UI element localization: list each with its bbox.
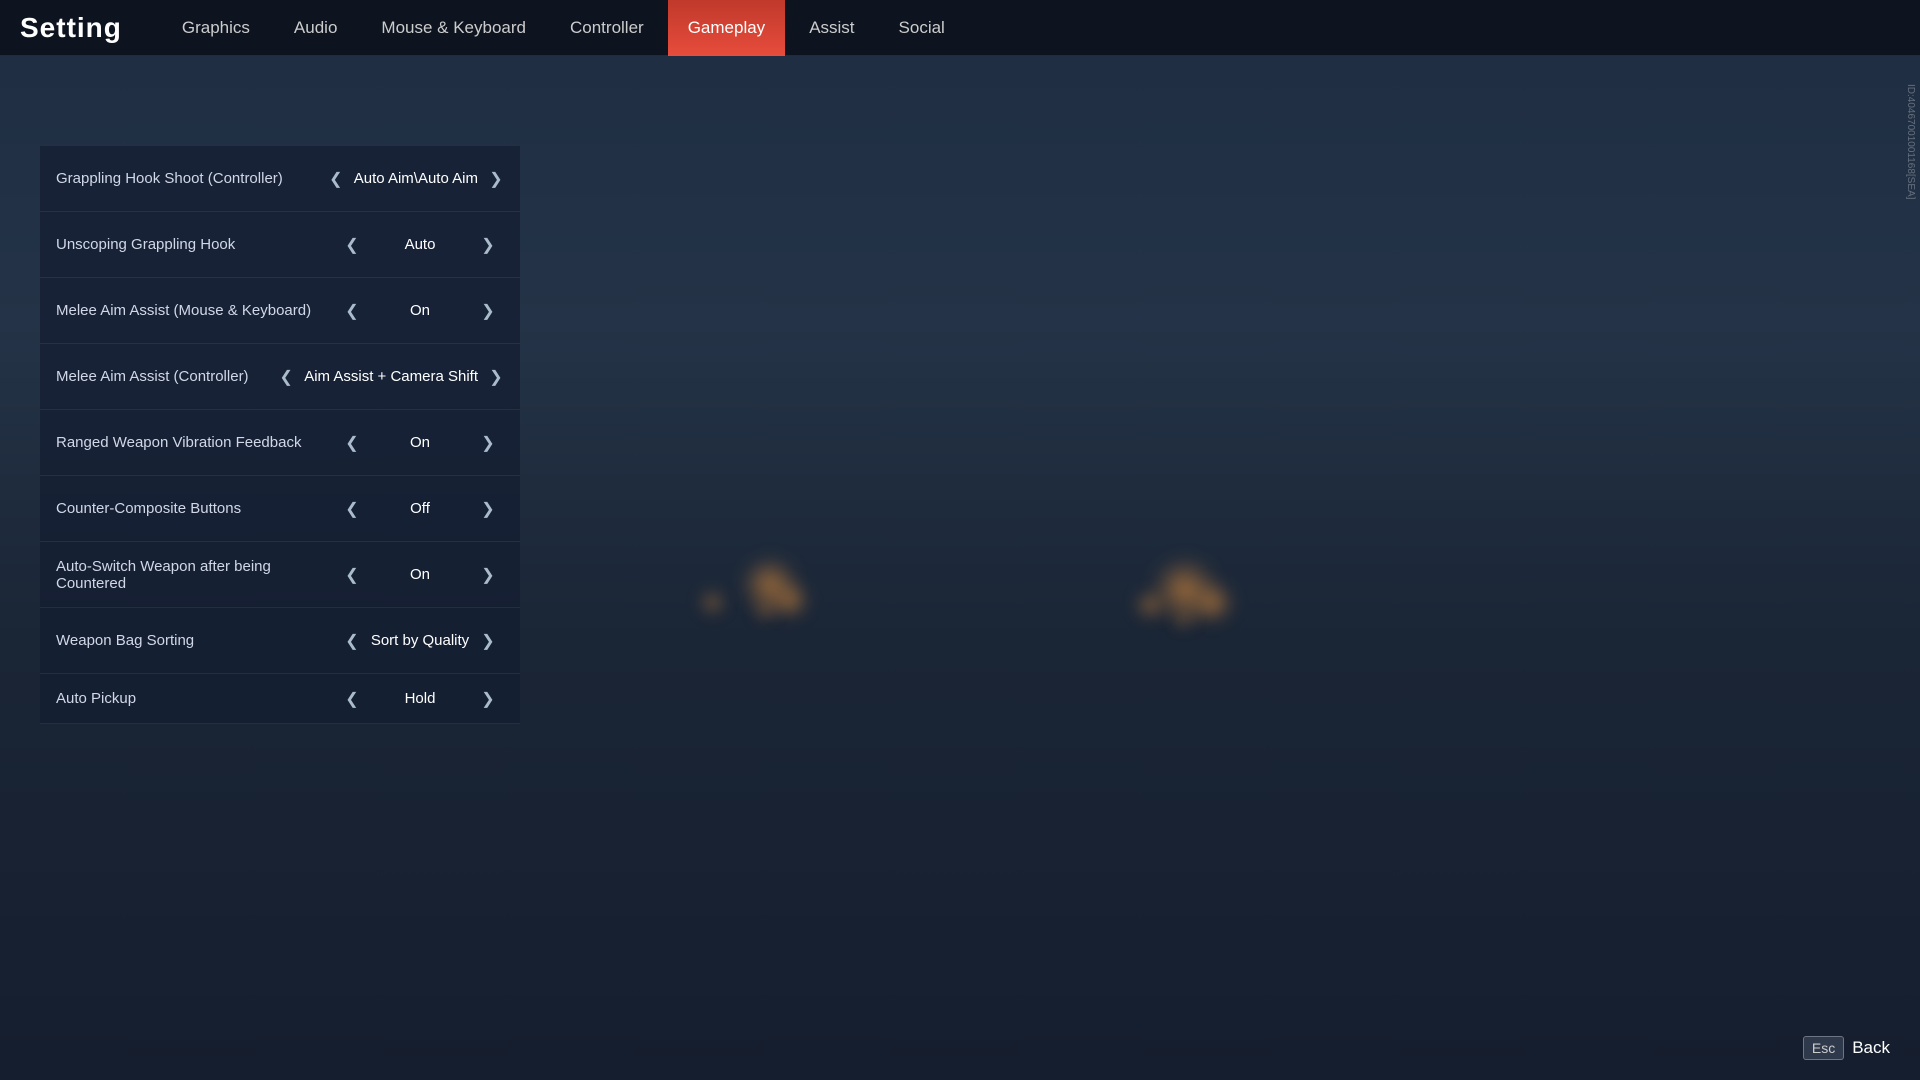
chevron-right-ranged-weapon-vibration[interactable]: ❯ xyxy=(474,429,502,457)
back-button[interactable]: Esc Back xyxy=(1803,1036,1890,1060)
setting-label-auto-switch-weapon: Auto-Switch Weapon after being Countered xyxy=(56,558,330,592)
chevron-left-auto-pickup[interactable]: ❮ xyxy=(338,685,366,713)
setting-value-auto-switch-weapon: On xyxy=(370,566,470,583)
chevron-left-melee-aim-assist-mkb[interactable]: ❮ xyxy=(338,297,366,325)
setting-row-unscoping-grappling-hook[interactable]: Unscoping Grappling Hook❮Auto❯ xyxy=(40,212,520,278)
setting-row-counter-composite-buttons[interactable]: Counter-Composite Buttons❮Off❯ xyxy=(40,476,520,542)
chevron-left-unscoping-grappling-hook[interactable]: ❮ xyxy=(338,231,366,259)
nav-tab-social[interactable]: Social xyxy=(879,0,965,56)
bokeh-extra-1 xyxy=(755,600,775,620)
chevron-left-counter-composite-buttons[interactable]: ❮ xyxy=(338,495,366,523)
esc-badge: Esc xyxy=(1803,1036,1844,1060)
setting-value-melee-aim-assist-controller: Aim Assist + Camera Shift xyxy=(304,368,478,385)
chevron-left-weapon-bag-sorting[interactable]: ❮ xyxy=(338,627,366,655)
setting-control-grappling-hook-shoot: ❮Auto Aim\Auto Aim❯ xyxy=(322,165,510,193)
chevron-right-grappling-hook-shoot[interactable]: ❯ xyxy=(482,165,510,193)
chevron-right-unscoping-grappling-hook[interactable]: ❯ xyxy=(474,231,502,259)
bokeh-extra-2 xyxy=(1135,590,1165,620)
setting-control-auto-switch-weapon: ❮On❯ xyxy=(330,561,510,589)
setting-label-unscoping-grappling-hook: Unscoping Grappling Hook xyxy=(56,236,330,253)
setting-control-melee-aim-assist-controller: ❮Aim Assist + Camera Shift❯ xyxy=(272,363,510,391)
setting-row-melee-aim-assist-controller[interactable]: Melee Aim Assist (Controller)❮Aim Assist… xyxy=(40,344,520,410)
setting-label-melee-aim-assist-controller: Melee Aim Assist (Controller) xyxy=(56,368,272,385)
setting-control-unscoping-grappling-hook: ❮Auto❯ xyxy=(330,231,510,259)
setting-value-weapon-bag-sorting: Sort by Quality xyxy=(370,632,470,649)
setting-control-counter-composite-buttons: ❮Off❯ xyxy=(330,495,510,523)
back-label: Back xyxy=(1852,1038,1890,1058)
nav-tab-graphics[interactable]: Graphics xyxy=(162,0,270,56)
chevron-right-counter-composite-buttons[interactable]: ❯ xyxy=(474,495,502,523)
chevron-right-melee-aim-assist-mkb[interactable]: ❯ xyxy=(474,297,502,325)
setting-control-melee-aim-assist-mkb: ❮On❯ xyxy=(330,297,510,325)
setting-label-counter-composite-buttons: Counter-Composite Buttons xyxy=(56,500,330,517)
nav-tab-assist[interactable]: Assist xyxy=(789,0,874,56)
setting-row-partial-auto-pickup[interactable]: Auto Pickup❮Hold❯ xyxy=(40,674,520,724)
setting-row-grappling-hook-shoot[interactable]: Grappling Hook Shoot (Controller)❮Auto A… xyxy=(40,146,520,212)
bokeh-light-3 xyxy=(1190,580,1235,625)
nav-tab-mouse-keyboard[interactable]: Mouse & Keyboard xyxy=(361,0,546,56)
settings-list: Grappling Hook Shoot (Controller)❮Auto A… xyxy=(40,146,520,1020)
nav-tabs: GraphicsAudioMouse & KeyboardControllerG… xyxy=(162,0,965,55)
side-panel: Grappling Hook Shoot (Controller)❮Auto A… xyxy=(40,56,520,1020)
setting-label-ranged-weapon-vibration: Ranged Weapon Vibration Feedback xyxy=(56,434,330,451)
version-tag: ID:40467001001168[SEA] xyxy=(1901,80,1920,203)
setting-row-auto-switch-weapon[interactable]: Auto-Switch Weapon after being Countered… xyxy=(40,542,520,608)
nav-tab-controller[interactable]: Controller xyxy=(550,0,664,56)
chevron-right-auto-switch-weapon[interactable]: ❯ xyxy=(474,561,502,589)
setting-label-grappling-hook-shoot: Grappling Hook Shoot (Controller) xyxy=(56,170,322,187)
setting-control-auto-pickup: ❮Hold❯ xyxy=(330,685,510,713)
setting-row-weapon-bag-sorting[interactable]: Weapon Bag Sorting❮Sort by Quality❯ xyxy=(40,608,520,674)
topbar: Setting GraphicsAudioMouse & KeyboardCon… xyxy=(0,0,1920,56)
bokeh-extra-3 xyxy=(1175,610,1193,628)
setting-control-weapon-bag-sorting: ❮Sort by Quality❯ xyxy=(330,627,510,655)
chevron-right-weapon-bag-sorting[interactable]: ❯ xyxy=(474,627,502,655)
chevron-left-grappling-hook-shoot[interactable]: ❮ xyxy=(322,165,350,193)
setting-value-grappling-hook-shoot: Auto Aim\Auto Aim xyxy=(354,170,478,187)
chevron-left-melee-aim-assist-controller[interactable]: ❮ xyxy=(272,363,300,391)
setting-value-counter-composite-buttons: Off xyxy=(370,500,470,517)
setting-value-melee-aim-assist-mkb: On xyxy=(370,302,470,319)
setting-value-auto-pickup: Hold xyxy=(370,690,470,707)
chevron-left-auto-switch-weapon[interactable]: ❮ xyxy=(338,561,366,589)
setting-row-ranged-weapon-vibration[interactable]: Ranged Weapon Vibration Feedback❮On❯ xyxy=(40,410,520,476)
bokeh-light-1 xyxy=(770,580,810,620)
setting-label-melee-aim-assist-mkb: Melee Aim Assist (Mouse & Keyboard) xyxy=(56,302,330,319)
chevron-right-auto-pickup[interactable]: ❯ xyxy=(474,685,502,713)
nav-tab-gameplay[interactable]: Gameplay xyxy=(668,0,785,56)
setting-value-unscoping-grappling-hook: Auto xyxy=(370,236,470,253)
chevron-left-ranged-weapon-vibration[interactable]: ❮ xyxy=(338,429,366,457)
app-title: Setting xyxy=(20,12,122,44)
setting-label-weapon-bag-sorting: Weapon Bag Sorting xyxy=(56,632,330,649)
setting-value-ranged-weapon-vibration: On xyxy=(370,434,470,451)
setting-label-auto-pickup: Auto Pickup xyxy=(56,690,330,707)
bokeh-extra-0 xyxy=(700,590,725,615)
chevron-right-melee-aim-assist-controller[interactable]: ❯ xyxy=(482,363,510,391)
nav-tab-audio[interactable]: Audio xyxy=(274,0,357,56)
setting-control-ranged-weapon-vibration: ❮On❯ xyxy=(330,429,510,457)
setting-row-melee-aim-assist-mkb[interactable]: Melee Aim Assist (Mouse & Keyboard)❮On❯ xyxy=(40,278,520,344)
